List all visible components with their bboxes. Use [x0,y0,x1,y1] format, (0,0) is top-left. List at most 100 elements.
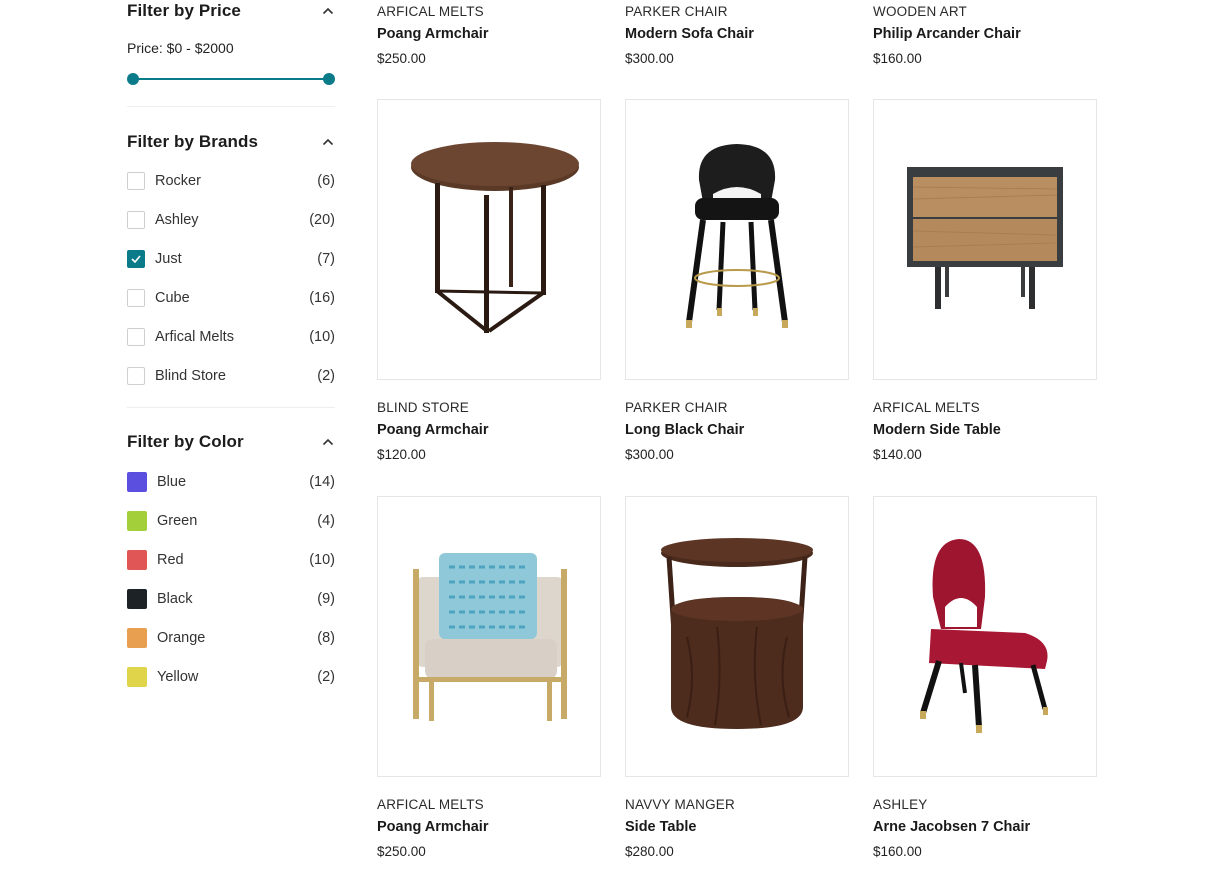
color-swatch[interactable] [127,666,147,687]
price-filter-title: Filter by Price [127,1,241,20]
brand-label: Just [155,250,182,267]
color-label: Red [157,551,184,568]
product-name[interactable]: Philip Arcander Chair [873,26,1113,42]
product-name[interactable]: Poang Armchair [377,819,601,835]
product-brand: ARFICAL MELTS [377,4,484,19]
color-filter-title: Filter by Color [127,432,244,451]
color-item-green[interactable]: Green (4) [127,501,335,540]
brands-filter-header[interactable]: Filter by Brands [127,131,335,153]
brand-count: (6) [317,172,335,189]
color-count: (8) [317,629,335,646]
color-swatch[interactable] [127,588,147,609]
product-name[interactable]: Arne Jacobsen 7 Chair [873,819,1097,835]
color-swatch[interactable] [127,549,147,570]
product-price: $280.00 [625,844,674,859]
product-name[interactable]: Long Black Chair [625,422,849,438]
product-brand: WOODEN ART [873,4,968,19]
product-name[interactable]: Poang Armchair [377,422,601,438]
color-count: (10) [309,551,335,568]
product-card[interactable]: PARKER CHAIR Modern Sofa Chair $300.00 [625,4,865,66]
product-price: $300.00 [625,447,674,462]
filter-sidebar: Filter by Price Price: $0 - $2000 Filter… [127,0,335,696]
color-swatch[interactable] [127,627,147,648]
color-label: Blue [157,473,187,490]
color-label: Yellow [157,668,199,685]
product-card[interactable]: ARFICAL MELTS Modern Side Table $140.00 [873,99,1097,462]
slider-min-handle[interactable] [127,73,139,85]
brand-item-arfical-melts[interactable]: Arfical Melts (10) [127,317,335,356]
color-item-blue[interactable]: Blue (14) [127,462,335,501]
color-swatch[interactable] [127,510,147,531]
price-filter-header[interactable]: Filter by Price [127,0,335,22]
product-image-armchair[interactable] [377,496,601,777]
divider [127,106,335,107]
checkmark-icon [131,254,141,263]
product-brand: BLIND STORE [377,400,469,415]
brand-checkbox[interactable] [127,366,145,385]
chevron-up-icon[interactable] [321,435,335,449]
brand-count: (10) [309,328,335,345]
color-count: (14) [309,473,335,490]
color-item-yellow[interactable]: Yellow (2) [127,657,335,696]
color-label: Orange [157,629,206,646]
divider [127,407,335,408]
product-image-bar-stool[interactable] [625,99,849,380]
brand-label: Ashley [155,211,199,228]
brand-checkbox[interactable] [127,327,145,346]
product-image-nightstand[interactable] [873,99,1097,380]
brand-item-blind-store[interactable]: Blind Store (2) [127,356,335,395]
price-range-slider[interactable] [127,72,335,86]
product-brand: NAVVY MANGER [625,797,735,812]
chevron-up-icon[interactable] [321,135,335,149]
product-name[interactable]: Modern Sofa Chair [625,26,865,42]
brand-count: (2) [317,367,335,384]
color-filter-header[interactable]: Filter by Color [127,431,335,453]
brand-label: Cube [155,289,190,306]
product-card[interactable]: PARKER CHAIR Long Black Chair $300.00 [625,99,849,462]
product-brand: ASHLEY [873,797,928,812]
product-image-round-side-table[interactable] [377,99,601,380]
brand-count: (20) [309,211,335,228]
color-count: (4) [317,512,335,529]
brand-item-rocker[interactable]: Rocker (6) [127,161,335,200]
product-card[interactable]: ASHLEY Arne Jacobsen 7 Chair $160.00 [873,496,1097,859]
brand-checkbox[interactable] [127,171,145,190]
product-card[interactable]: BLIND STORE Poang Armchair $120.00 [377,99,601,462]
color-item-red[interactable]: Red (10) [127,540,335,579]
product-name[interactable]: Modern Side Table [873,422,1097,438]
brand-item-cube[interactable]: Cube (16) [127,278,335,317]
product-image-drum-side-table[interactable] [625,496,849,777]
product-brand: PARKER CHAIR [625,4,728,19]
product-name[interactable]: Poang Armchair [377,26,617,42]
brand-checkbox[interactable] [127,210,145,229]
product-price: $300.00 [625,51,674,66]
brand-checkbox[interactable] [127,288,145,307]
product-image-red-velvet-chair[interactable] [873,496,1097,777]
product-card[interactable]: ARFICAL MELTS Poang Armchair $250.00 [377,496,601,859]
color-label: Green [157,512,198,529]
product-name[interactable]: Side Table [625,819,849,835]
color-item-orange[interactable]: Orange (8) [127,618,335,657]
product-price: $250.00 [377,51,426,66]
brand-checkbox-checked[interactable] [127,249,145,268]
chevron-up-icon[interactable] [321,4,335,18]
brand-label: Arfical Melts [155,328,234,345]
brand-item-just[interactable]: Just (7) [127,239,335,278]
product-price: $160.00 [873,51,922,66]
product-card[interactable]: WOODEN ART Philip Arcander Chair $160.00 [873,4,1113,66]
brand-label: Rocker [155,172,201,189]
color-label: Black [157,590,193,607]
product-card[interactable]: ARFICAL MELTS Poang Armchair $250.00 [377,4,617,66]
slider-track [133,78,329,80]
color-count: (2) [317,668,335,685]
color-list: Blue (14) Green (4) Red (10) Black (9) O… [127,462,335,696]
product-price: $140.00 [873,447,922,462]
slider-max-handle[interactable] [323,73,335,85]
color-item-black[interactable]: Black (9) [127,579,335,618]
color-swatch[interactable] [127,471,147,492]
brand-item-ashley[interactable]: Ashley (20) [127,200,335,239]
product-card[interactable]: NAVVY MANGER Side Table $280.00 [625,496,849,859]
brand-count: (16) [309,289,335,306]
product-brand: PARKER CHAIR [625,400,728,415]
brand-label: Blind Store [155,367,226,384]
